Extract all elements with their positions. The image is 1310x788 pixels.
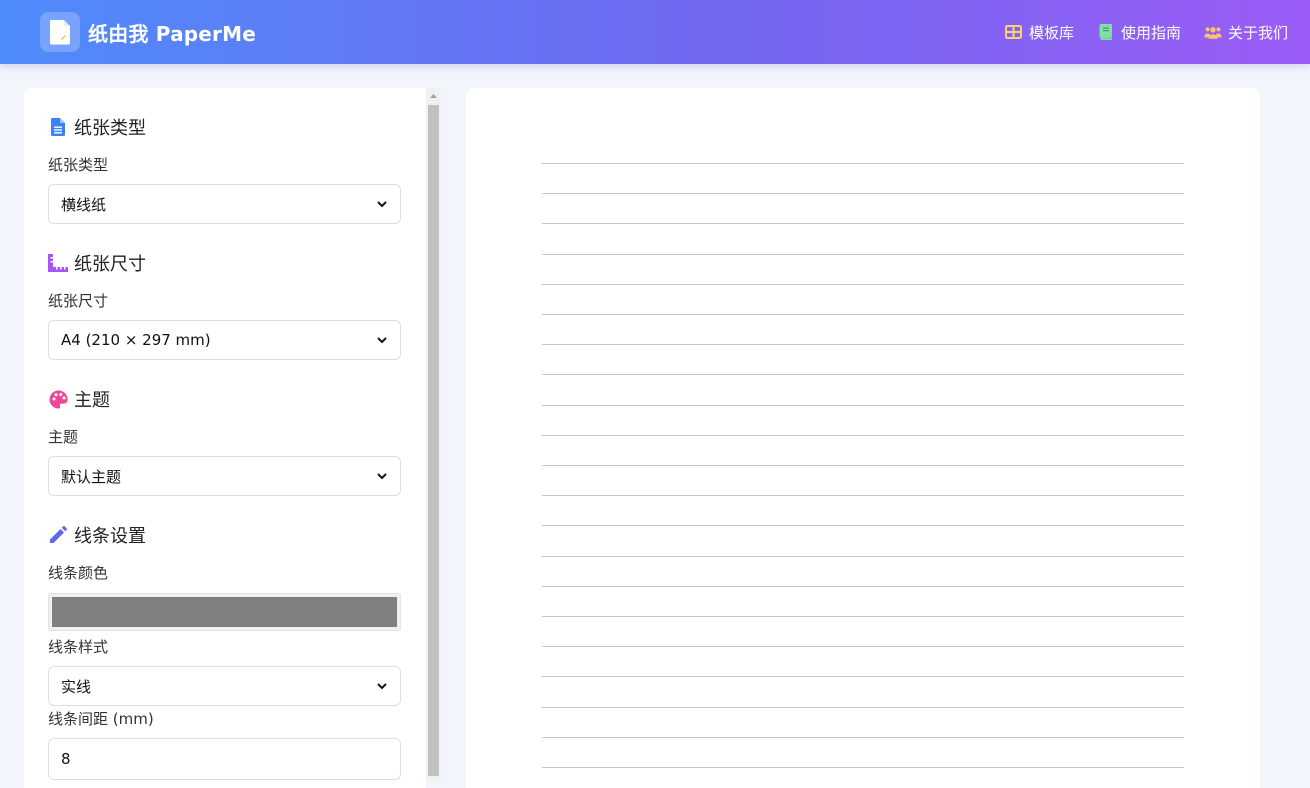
header-nav: 模板库 使用指南 关于我们 — [982, 20, 1288, 44]
palette-icon — [48, 389, 68, 409]
ruled-line — [542, 586, 1184, 587]
ruled-line — [542, 616, 1184, 617]
line-color-label: 线条颜色 — [48, 564, 109, 582]
line-color-swatch — [52, 597, 397, 627]
nav-label: 模板库 — [1028, 23, 1074, 42]
ruled-line — [542, 163, 1184, 164]
document-icon — [48, 117, 68, 137]
paper-size-label: 纸张尺寸 — [48, 292, 109, 310]
brand[interactable]: 纸由我 PaperMe — [40, 12, 256, 52]
settings-panel: 纸张类型 纸张类型 横线纸 纸张尺寸 纸张尺寸 A4 (210 × 297 mm… — [24, 88, 426, 788]
section-title-text: 主题 — [74, 390, 110, 411]
line-spacing-input[interactable] — [48, 738, 401, 780]
nav-label: 关于我们 — [1227, 23, 1288, 42]
table-icon — [1005, 23, 1023, 41]
chevron-down-icon — [376, 334, 388, 346]
section-title-text: 纸张尺寸 — [74, 254, 146, 275]
paper-logo-icon — [40, 12, 80, 52]
line-style-label: 线条样式 — [48, 638, 109, 656]
scroll-up-arrow-icon[interactable] — [426, 88, 441, 104]
ruled-line — [542, 646, 1184, 647]
ruled-line — [542, 525, 1184, 526]
ruled-line — [542, 405, 1184, 406]
book-icon — [1097, 23, 1115, 41]
ruled-line — [542, 676, 1184, 677]
paper-size-select[interactable]: A4 (210 × 297 mm) — [48, 320, 401, 360]
ruled-line — [542, 314, 1184, 315]
section-title-text: 纸张类型 — [74, 118, 146, 139]
chevron-down-icon — [376, 470, 388, 482]
nav-label: 使用指南 — [1120, 23, 1181, 42]
ruled-line — [542, 254, 1184, 255]
section-theme-title: 主题 — [48, 386, 110, 412]
paper-size-value: A4 (210 × 297 mm) — [61, 331, 211, 349]
paper-type-label: 纸张类型 — [48, 156, 109, 174]
top-navigation-bar: 纸由我 PaperMe 模板库 使用指南 关于我们 — [0, 0, 1310, 64]
settings-panel-scrollbar[interactable] — [426, 88, 441, 780]
ruled-line — [542, 374, 1184, 375]
ruled-line — [542, 767, 1184, 768]
app-title: 纸由我 PaperMe — [88, 21, 256, 46]
theme-value: 默认主题 — [61, 467, 122, 486]
nav-user-guide[interactable]: 使用指南 — [1097, 22, 1181, 43]
section-paper-size-title: 纸张尺寸 — [48, 250, 146, 276]
paper-type-value: 横线纸 — [61, 195, 107, 214]
nav-template-library[interactable]: 模板库 — [1005, 22, 1074, 43]
theme-label: 主题 — [48, 428, 79, 446]
scrollbar-thumb[interactable] — [428, 105, 439, 776]
chevron-down-icon — [376, 680, 388, 692]
paper-preview — [466, 88, 1260, 788]
chevron-down-icon — [376, 198, 388, 210]
ruled-line — [542, 193, 1184, 194]
ruled-line — [542, 284, 1184, 285]
theme-select[interactable]: 默认主题 — [48, 456, 401, 496]
section-line-settings-title: 线条设置 — [48, 522, 146, 548]
line-spacing-label: 线条间距 (mm) — [48, 710, 154, 728]
ruled-line — [542, 223, 1184, 224]
ruled-line — [542, 495, 1184, 496]
ruled-line — [542, 465, 1184, 466]
line-style-value: 实线 — [61, 677, 92, 696]
line-style-select[interactable]: 实线 — [48, 666, 401, 706]
section-title-text: 线条设置 — [74, 526, 146, 547]
ruled-line — [542, 556, 1184, 557]
ruled-line — [542, 737, 1184, 738]
line-color-picker[interactable] — [48, 593, 401, 631]
ruled-line — [542, 344, 1184, 345]
ruled-line — [542, 707, 1184, 708]
nav-about-us[interactable]: 关于我们 — [1204, 22, 1288, 43]
users-icon — [1204, 23, 1222, 41]
section-paper-type-title: 纸张类型 — [48, 114, 146, 140]
ruled-line — [542, 435, 1184, 436]
ruler-icon — [48, 253, 68, 273]
paper-type-select[interactable]: 横线纸 — [48, 184, 401, 224]
pencil-icon — [48, 525, 68, 545]
